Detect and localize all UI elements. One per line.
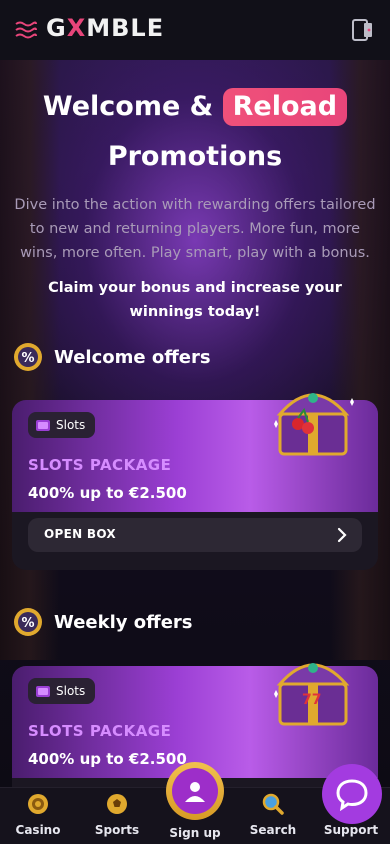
nav-casino[interactable]: Casino xyxy=(0,792,76,838)
support-chat-button[interactable] xyxy=(322,764,382,824)
user-icon xyxy=(185,782,205,802)
nav-signup[interactable]: Sign up xyxy=(157,822,233,841)
hero-description: Dive into the action with rewarding offe… xyxy=(14,197,376,261)
treasure-chest-icon: 77 xyxy=(274,663,350,726)
chat-icon xyxy=(336,779,368,811)
package-value: 400% up to €2.500 xyxy=(28,484,187,502)
svg-text:%: % xyxy=(21,351,34,366)
title-highlight: Reload xyxy=(222,88,348,126)
percent-badge-icon: % xyxy=(14,343,42,371)
casino-chip-icon xyxy=(28,794,48,814)
search-icon xyxy=(262,793,284,815)
slot-machine-icon xyxy=(36,685,50,697)
nav-sports[interactable]: Sports xyxy=(79,792,155,838)
hero-claim-text: Claim your bonus and increase your winni… xyxy=(48,280,342,320)
open-box-label: OPEN BOX xyxy=(44,527,116,541)
category-tag: Slots xyxy=(28,678,96,704)
top-header: GXMBLE xyxy=(0,0,390,60)
sign-up-button[interactable] xyxy=(166,762,224,820)
nav-search[interactable]: Search xyxy=(235,792,311,838)
svg-text:77: 77 xyxy=(302,692,321,708)
soccer-ball-icon xyxy=(107,794,127,814)
section-title: Welcome offers xyxy=(54,346,211,368)
open-box-button[interactable]: OPEN BOX xyxy=(28,518,362,552)
page-title: Welcome & Reload Promotions xyxy=(0,82,390,182)
treasure-chest-icon xyxy=(274,393,354,456)
package-value: 400% up to €2.500 xyxy=(28,750,187,768)
login-door-icon[interactable] xyxy=(350,17,376,43)
section-heading-welcome: % Welcome offers xyxy=(12,340,211,374)
svg-text:%: % xyxy=(21,616,34,631)
chevron-right-icon xyxy=(337,527,347,543)
slot-machine-icon xyxy=(36,419,50,431)
section-heading-weekly: % Weekly offers xyxy=(12,605,193,639)
package-title: SLOTS PACKAGE xyxy=(28,722,172,740)
gxmble-logo[interactable]: GXMBLE xyxy=(46,14,164,42)
section-title: Weekly offers xyxy=(54,611,193,633)
category-tag: Slots xyxy=(28,412,96,438)
menu-icon[interactable] xyxy=(14,20,38,40)
percent-badge-icon: % xyxy=(14,608,42,636)
package-title: SLOTS PACKAGE xyxy=(28,456,172,474)
